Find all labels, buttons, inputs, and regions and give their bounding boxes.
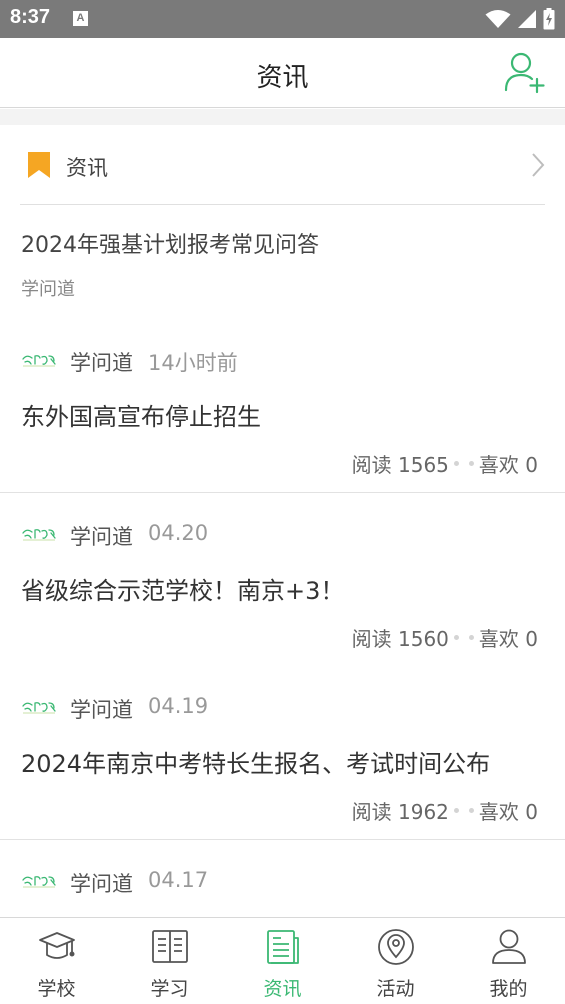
bottom-nav: 学校 学习 资讯 活动 我的 bbox=[0, 917, 565, 1004]
nav-item-study[interactable]: 学习 bbox=[113, 918, 226, 1004]
like-count: 喜欢 0 bbox=[478, 800, 538, 824]
article-card[interactable]: 学问道 04.20 省级综合示范学校！南京+3！ 阅读 1560 喜欢 0 bbox=[0, 493, 565, 667]
article-time: 04.20 bbox=[148, 521, 209, 545]
separator-dot bbox=[453, 635, 459, 640]
xuewendao-logo-icon bbox=[22, 529, 56, 541]
article-author: 学问道 bbox=[70, 525, 133, 549]
add-user-icon bbox=[504, 52, 545, 94]
article-card[interactable]: 学问道 04.19 2024年南京中考特长生报名、考试时间公布 阅读 1962 … bbox=[0, 666, 565, 840]
article-card[interactable]: 学问道 14小时前 东外国高宣布停止招生 阅读 1565 喜欢 0 bbox=[0, 319, 565, 493]
xuewendao-logo-icon bbox=[22, 702, 56, 714]
nav-item-school[interactable]: 学校 bbox=[0, 918, 113, 1004]
bookmark-icon bbox=[28, 152, 50, 178]
article-time: 04.17 bbox=[148, 868, 209, 892]
xuewendao-logo-icon bbox=[22, 876, 56, 888]
like-count: 喜欢 0 bbox=[478, 627, 538, 651]
article-author: 学问道 bbox=[70, 872, 133, 896]
separator-dot bbox=[468, 461, 474, 466]
user-icon bbox=[491, 929, 526, 964]
article-stats: 阅读 1962 喜欢 0 bbox=[352, 796, 538, 825]
status-icons bbox=[485, 7, 555, 31]
separator-dot bbox=[468, 635, 474, 640]
featured-source: 学问道 bbox=[21, 279, 75, 300]
page-title: 资讯 bbox=[256, 63, 309, 93]
article-author: 学问道 bbox=[70, 351, 133, 375]
article-time: 14小时前 bbox=[148, 351, 238, 375]
nav-label: 学校 bbox=[37, 978, 76, 1000]
article-stats: 阅读 1565 喜欢 0 bbox=[352, 449, 538, 478]
article-stats: 阅读 1560 喜欢 0 bbox=[352, 623, 538, 652]
location-pin-icon bbox=[377, 929, 414, 965]
read-count: 阅读 1560 bbox=[351, 627, 449, 651]
separator-dot bbox=[453, 808, 459, 813]
news-icon bbox=[266, 930, 299, 964]
divider bbox=[20, 204, 545, 205]
article-title: 省级综合示范学校！南京+3！ bbox=[21, 577, 345, 605]
article-title: 2024年南京中考特长生报名、考试时间公布 bbox=[21, 750, 491, 778]
article-title: 东外国高宣布停止招生 bbox=[21, 403, 261, 431]
app-header: 资讯 bbox=[0, 38, 565, 108]
status-bar: 8:37 A bbox=[0, 0, 565, 38]
featured-title[interactable]: 2024年强基计划报考常见问答 bbox=[21, 227, 319, 259]
article-author: 学问道 bbox=[70, 698, 133, 722]
book-icon bbox=[151, 930, 188, 963]
article-time: 04.19 bbox=[148, 694, 209, 718]
graduation-cap-icon bbox=[38, 932, 75, 959]
wifi-icon bbox=[485, 10, 511, 28]
nav-label: 我的 bbox=[489, 978, 528, 1000]
nav-label: 活动 bbox=[376, 978, 415, 1000]
nav-item-profile[interactable]: 我的 bbox=[452, 918, 565, 1004]
nav-item-activity[interactable]: 活动 bbox=[339, 918, 452, 1004]
add-user-button[interactable] bbox=[503, 50, 547, 94]
read-count: 阅读 1962 bbox=[351, 800, 449, 824]
separator-dot bbox=[453, 461, 459, 466]
nav-label: 学习 bbox=[150, 978, 189, 1000]
signal-icon bbox=[518, 10, 536, 28]
battery-icon bbox=[543, 8, 555, 30]
section-gap bbox=[0, 109, 565, 125]
section-label: 资讯 bbox=[66, 156, 108, 180]
separator-dot bbox=[468, 808, 474, 813]
chevron-right-icon bbox=[532, 153, 545, 177]
status-time: 8:37 bbox=[10, 6, 51, 28]
like-count: 喜欢 0 bbox=[478, 453, 538, 477]
nav-label: 资讯 bbox=[263, 978, 302, 1000]
nav-item-news[interactable]: 资讯 bbox=[226, 918, 339, 1004]
xuewendao-logo-icon bbox=[22, 355, 56, 367]
section-header-row[interactable]: 资讯 bbox=[0, 125, 565, 205]
notification-icon: A bbox=[73, 11, 88, 26]
read-count: 阅读 1565 bbox=[351, 453, 449, 477]
